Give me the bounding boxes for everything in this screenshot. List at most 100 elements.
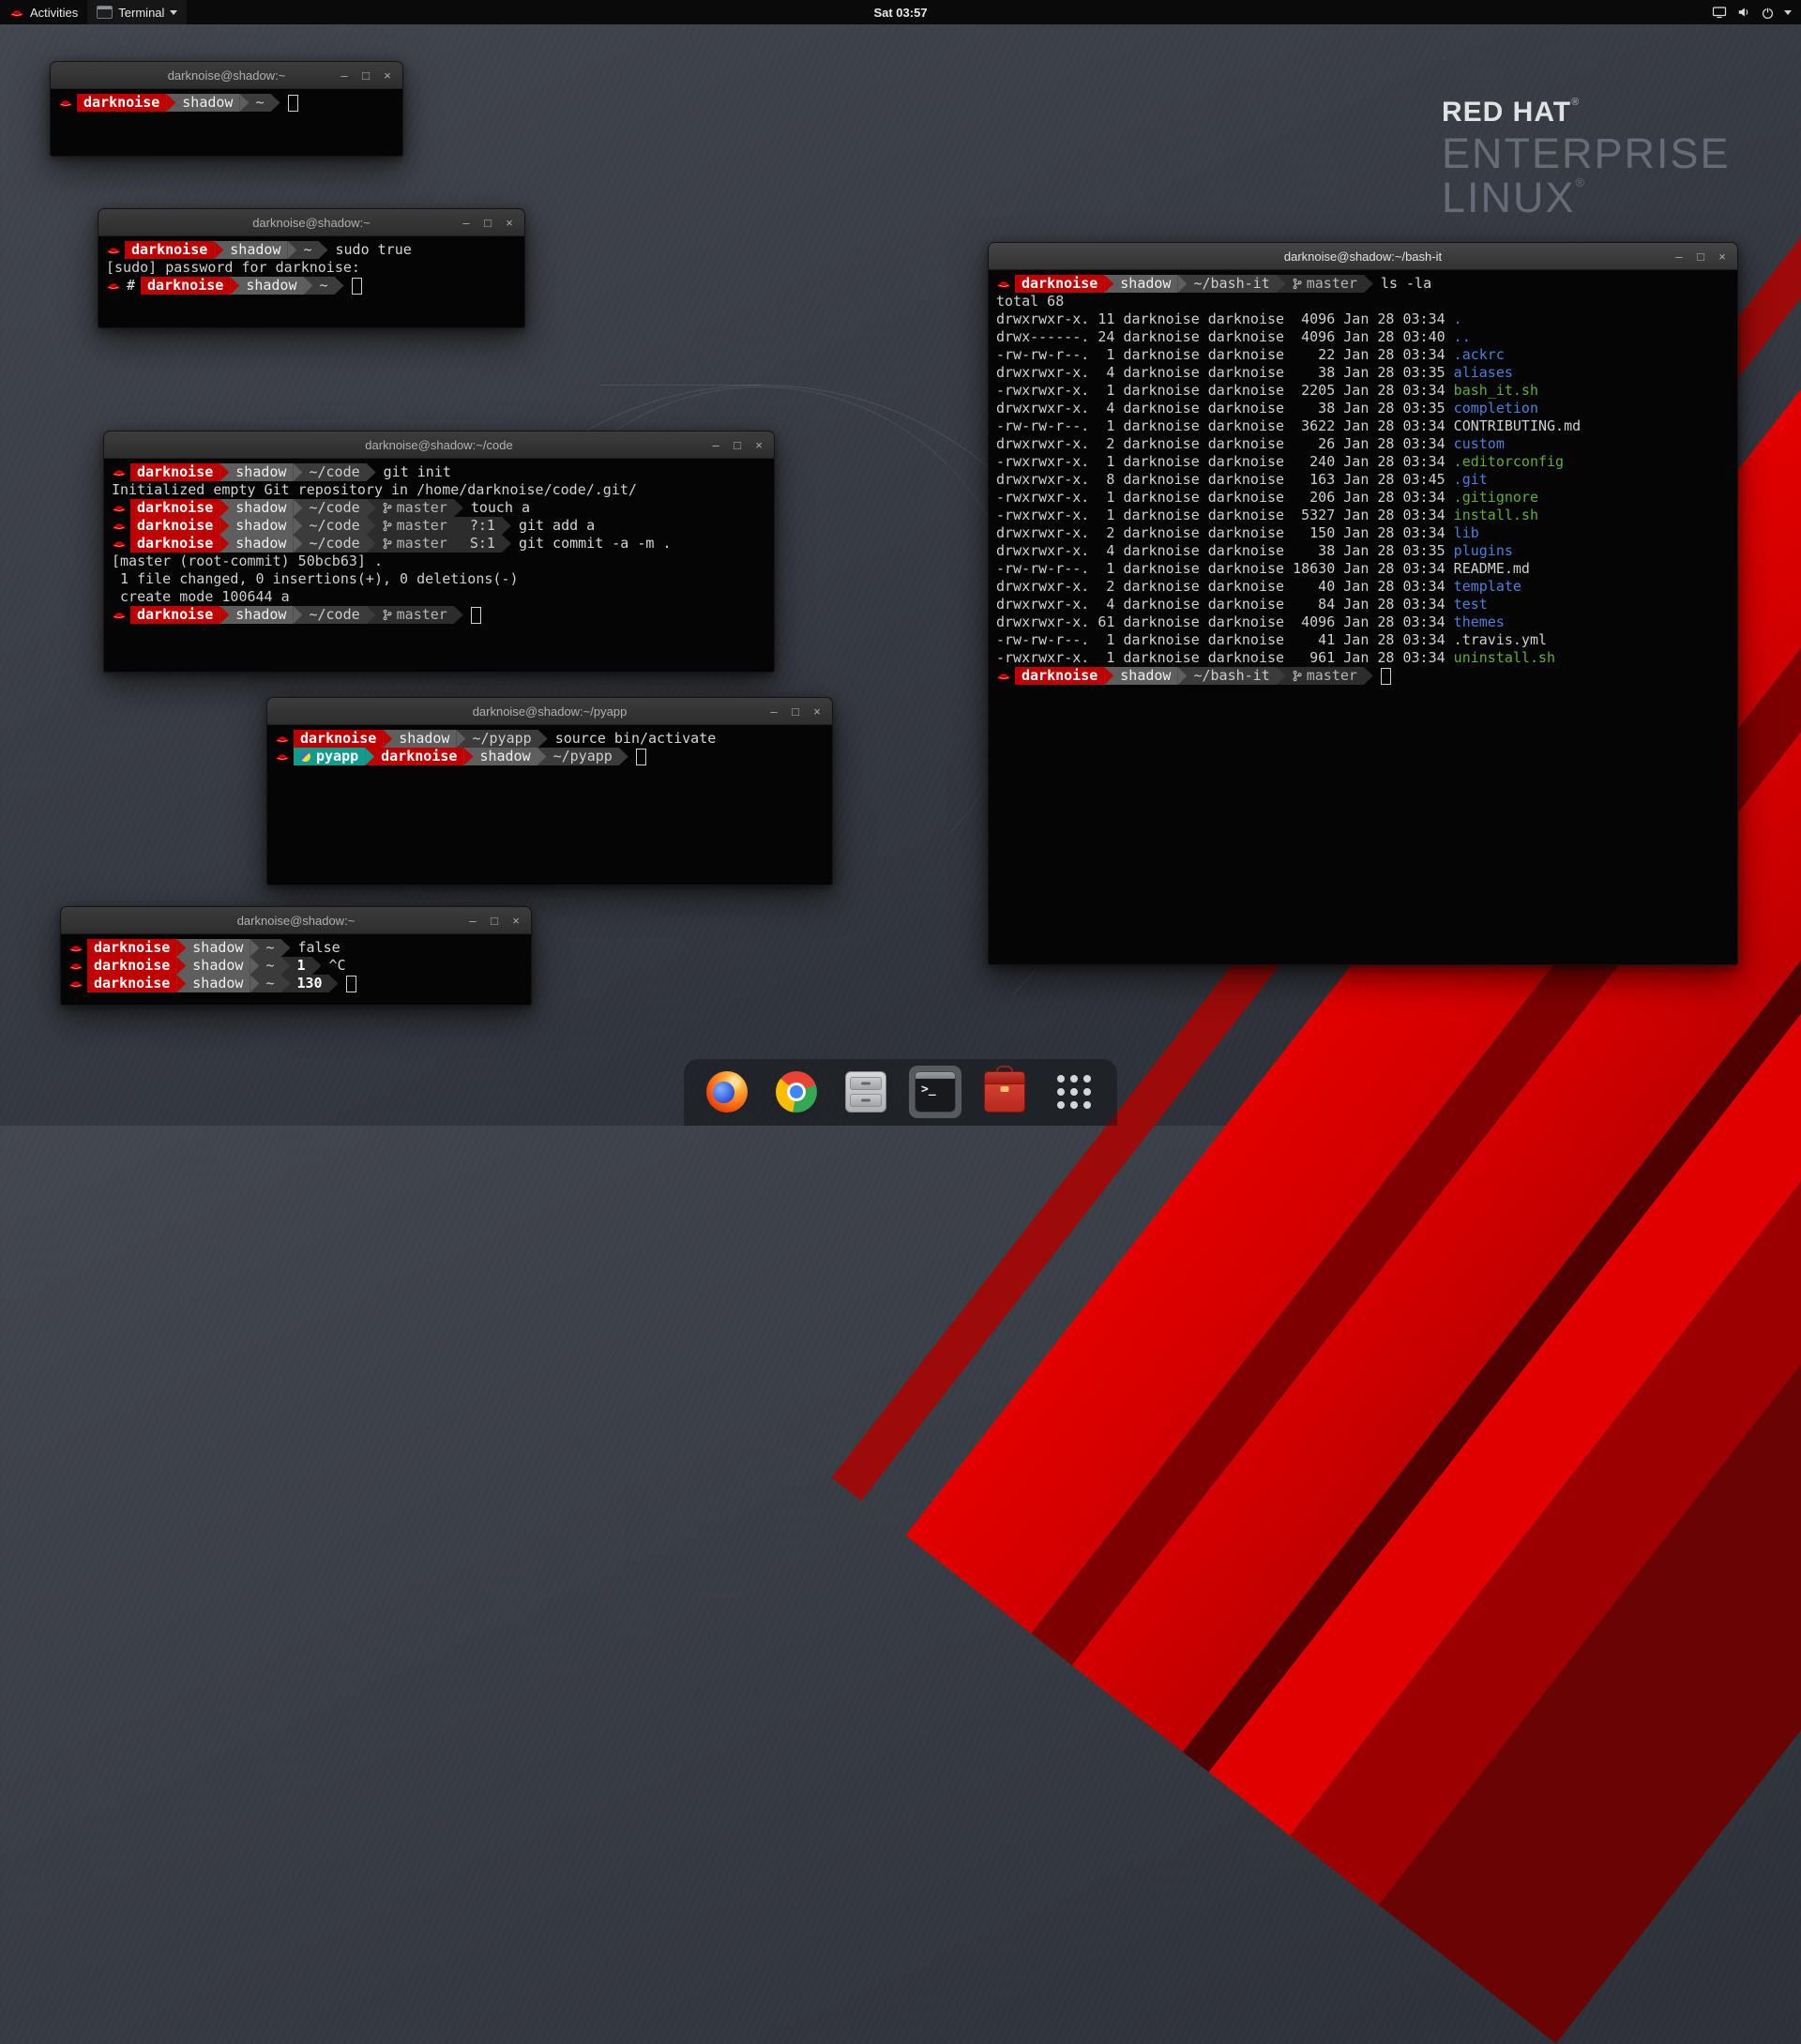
window-title: darknoise@shadow:~/pyapp <box>267 704 832 719</box>
dock-item-files[interactable] <box>840 1066 892 1118</box>
branding-redhat: RED HAT® <box>1442 97 1731 129</box>
dock-item-chrome[interactable] <box>770 1066 823 1118</box>
powerline-arrow-icon <box>219 499 229 517</box>
dock-item-firefox[interactable] <box>701 1066 753 1118</box>
clock[interactable]: Sat 03:57 <box>0 6 1801 20</box>
minimize-button[interactable]: – <box>463 911 482 930</box>
path-segment: ~ <box>249 94 270 112</box>
minimize-button[interactable]: – <box>764 702 783 720</box>
close-button[interactable]: × <box>749 435 768 454</box>
terminal-window-bash-it[interactable]: darknoise@shadow:~/bash-it–□× darknoise sh… <box>988 242 1738 965</box>
host-segment: shadow <box>186 939 250 957</box>
terminal-content[interactable]: darknoiseshadow~/bash-itmasterls -latota… <box>989 270 1737 689</box>
user-segment: darknoise <box>130 606 219 624</box>
powerline-arrow-icon <box>239 94 249 112</box>
terminal-content[interactable]: darknoiseshadow~/pyappsource bin/activat… <box>267 725 832 770</box>
minimize-button[interactable]: – <box>335 66 354 84</box>
window-titlebar[interactable]: darknoise@shadow:~/bash-it–□× <box>989 243 1737 270</box>
command-text: ls -la <box>1381 275 1431 293</box>
powerline-arrow-icon <box>367 463 376 481</box>
minimize-button[interactable]: – <box>457 213 476 232</box>
git-branch-icon <box>383 502 392 514</box>
terminal-window-home-1[interactable]: darknoise@shadow:~–□×darknoiseshadow~ <box>50 61 403 157</box>
terminal-content[interactable]: darknoiseshadow~/codegit initInitialized… <box>104 459 774 628</box>
terminal-output-line: drwxrwxr-x. 4 darknoise darknoise 38 Jan… <box>996 542 1730 560</box>
firefox-globe <box>713 1082 734 1103</box>
terminal-output-line: drwxrwxr-x. 11 darknoise darknoise 4096 … <box>996 310 1730 328</box>
user-segment: darknoise <box>1015 275 1104 293</box>
terminal-app-icon <box>97 6 113 19</box>
system-status-area[interactable] <box>1703 0 1801 24</box>
maximize-button[interactable]: □ <box>478 213 497 232</box>
powerline-arrow-icon <box>219 517 229 535</box>
terminal-cursor <box>1381 668 1391 685</box>
powerline-arrow-icon <box>219 535 229 553</box>
terminal-content[interactable]: darknoiseshadow~falsedarknoiseshadow~1^C… <box>61 934 531 997</box>
dock-item-terminal[interactable]: >_ <box>909 1066 961 1118</box>
close-button[interactable]: × <box>500 213 519 232</box>
window-titlebar[interactable]: darknoise@shadow:~/code–□× <box>104 432 774 459</box>
powerline-arrow-icon <box>293 463 302 481</box>
maximize-button[interactable]: □ <box>356 66 375 84</box>
window-titlebar[interactable]: darknoise@shadow:~/pyapp–□× <box>267 698 832 725</box>
window-titlebar[interactable]: darknoise@shadow:~–□× <box>51 62 402 89</box>
maximize-button[interactable]: □ <box>1691 247 1710 265</box>
host-segment: shadow <box>1113 667 1177 685</box>
app-indicator-terminal[interactable]: Terminal <box>87 0 187 24</box>
status-segment: S:1 <box>463 535 502 553</box>
close-button[interactable]: × <box>507 911 525 930</box>
powerline-arrow-icon <box>176 957 186 975</box>
minimize-button[interactable]: – <box>1670 247 1688 265</box>
terminal-window-pyapp[interactable]: darknoise@shadow:~/pyapp–□×darknoiseshad… <box>266 697 833 886</box>
terminal-window-code[interactable]: darknoise@shadow:~/code–□× darknoise shado… <box>103 431 775 673</box>
branding-enterprise: ENTERPRISE <box>1442 132 1731 174</box>
powerline-arrow-icon <box>219 463 229 481</box>
terminal-output-line: [master (root-commit) 50bcb63] . <box>112 553 766 570</box>
powerline-arrow-icon <box>454 517 463 535</box>
host-segment: shadow <box>229 463 293 481</box>
user-segment: darknoise <box>141 277 230 295</box>
user-segment: darknoise <box>87 939 176 957</box>
powerline-arrow-icon <box>365 748 374 765</box>
powerline-arrow-icon <box>1364 275 1373 293</box>
window-title: darknoise@shadow:~ <box>61 914 531 928</box>
terminal-output-line: -rwxrwxr-x. 1 darknoise darknoise 2205 J… <box>996 382 1730 400</box>
powerline-arrow-icon <box>456 730 465 748</box>
user-segment: darknoise <box>87 957 176 975</box>
dock-item-toolbox[interactable] <box>978 1066 1031 1118</box>
minimize-button[interactable]: – <box>706 435 725 454</box>
close-button[interactable]: × <box>1713 247 1732 265</box>
dock-item-app-grid[interactable] <box>1048 1066 1100 1118</box>
terminal-prompt-line: darknoiseshadow~130 <box>68 975 523 992</box>
volume-icon <box>1736 6 1751 19</box>
command-text: sudo true <box>336 241 412 259</box>
topbar: Activities Terminal Sat 03:57 <box>0 0 1801 24</box>
window-titlebar[interactable]: darknoise@shadow:~–□× <box>98 209 524 236</box>
terminal-content[interactable]: darknoiseshadow~ <box>51 89 402 116</box>
close-button[interactable]: × <box>378 66 397 84</box>
terminal-prompt-line: pyappdarknoiseshadow~/pyapp <box>275 748 825 765</box>
close-button[interactable]: × <box>808 702 826 720</box>
powerline-arrow-icon <box>367 606 376 624</box>
user-segment: darknoise <box>374 748 463 765</box>
terminal-window-home-2[interactable]: darknoise@shadow:~–□×darknoiseshadow~fal… <box>60 906 532 1006</box>
terminal-cursor <box>636 749 646 765</box>
maximize-button[interactable]: □ <box>485 911 504 930</box>
powerline-arrow-icon <box>502 535 511 553</box>
maximize-button[interactable]: □ <box>728 435 747 454</box>
maximize-button[interactable]: □ <box>786 702 805 720</box>
python-icon <box>300 751 310 762</box>
terminal-prompt-line: darknoiseshadow~false <box>68 939 523 957</box>
redhat-prompt-icon <box>996 671 1011 681</box>
activities-button[interactable]: Activities <box>0 0 87 24</box>
drawer-bottom <box>850 1094 882 1107</box>
git-branch-icon <box>383 520 392 532</box>
toolbox-latch <box>1001 1086 1009 1092</box>
window-titlebar[interactable]: darknoise@shadow:~–□× <box>61 907 531 934</box>
git-branch-icon <box>383 537 392 550</box>
terminal-window-sudo[interactable]: darknoise@shadow:~–□×darknoiseshadow~sud… <box>98 208 525 328</box>
powerline-arrow-icon <box>454 606 463 624</box>
terminal-output-line: -rw-rw-r--. 1 darknoise darknoise 3622 J… <box>996 417 1730 435</box>
terminal-content[interactable]: darknoiseshadow~sudo true[sudo] password… <box>98 236 524 299</box>
powerline-arrow-icon <box>502 517 511 535</box>
